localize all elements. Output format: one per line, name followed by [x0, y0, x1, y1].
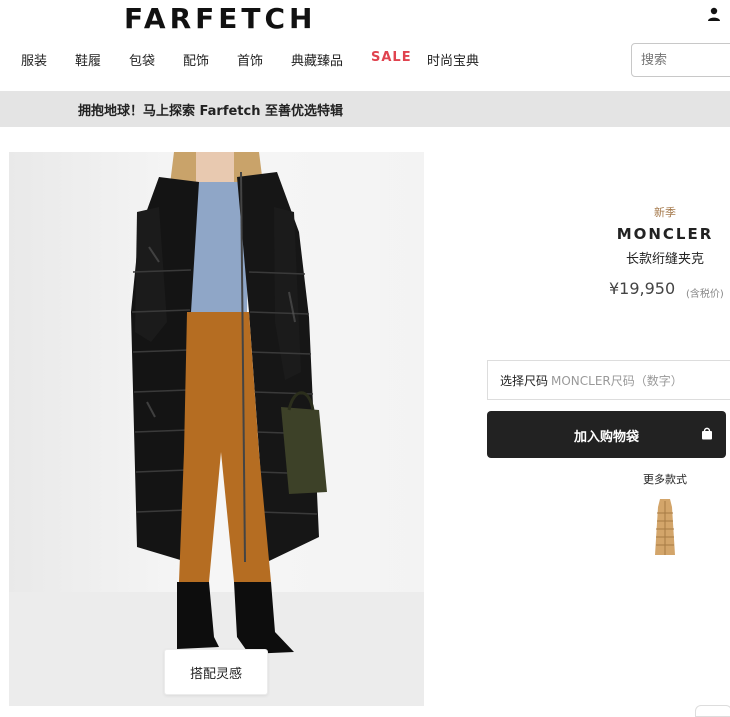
promo-banner[interactable]: 拥抱地球！马上探索 Farfetch 至善优选特辑 [0, 91, 730, 127]
brand-name[interactable]: MONCLER [590, 225, 730, 243]
tax-note: (含税价) [686, 289, 724, 300]
size-placeholder: MONCLER尺码（数字） [551, 374, 683, 388]
user-icon[interactable] [706, 6, 722, 22]
nav-item-shoes[interactable]: 鞋履 [75, 50, 101, 69]
search-input[interactable] [631, 43, 730, 77]
nav-item-accessories[interactable]: 配饰 [183, 50, 209, 69]
nav-item-clothing[interactable]: 服装 [21, 50, 47, 69]
size-dropdown[interactable]: 选择尺码 MONCLER尺码（数字） [487, 360, 730, 400]
nav-item-bags[interactable]: 包袋 [129, 50, 155, 69]
alternate-style-thumbnail[interactable] [651, 497, 679, 557]
more-styles-label: 更多款式 [643, 473, 687, 486]
nav-item-jewelry[interactable]: 首饰 [237, 50, 263, 69]
add-to-bag-label: 加入购物袋 [573, 430, 639, 445]
product-image[interactable]: 搭配灵感 [9, 152, 424, 706]
add-to-bag-button[interactable]: 加入购物袋 [487, 411, 726, 458]
farfetch-logo[interactable]: FARFETCH [124, 2, 316, 35]
nav-item-style-guide[interactable]: 时尚宝典 [427, 50, 479, 69]
shopping-bag-icon [702, 427, 712, 440]
size-label: 选择尺码 [500, 374, 549, 388]
promo-banner-text: 拥抱地球！马上探索 Farfetch 至善优选特辑 [78, 104, 344, 119]
product-price: ¥19,950 [609, 279, 676, 298]
season-label: 新季 [654, 206, 676, 219]
feedback-tab[interactable] [695, 705, 730, 717]
product-title: 长款绗缝夹克 [625, 252, 704, 267]
nav-item-pre-owned[interactable]: 典藏臻品 [291, 50, 343, 69]
nav-item-sale[interactable]: SALE [371, 50, 412, 65]
model-wearing-coat-illustration [9, 152, 424, 706]
style-inspiration-button[interactable]: 搭配灵感 [164, 649, 268, 695]
